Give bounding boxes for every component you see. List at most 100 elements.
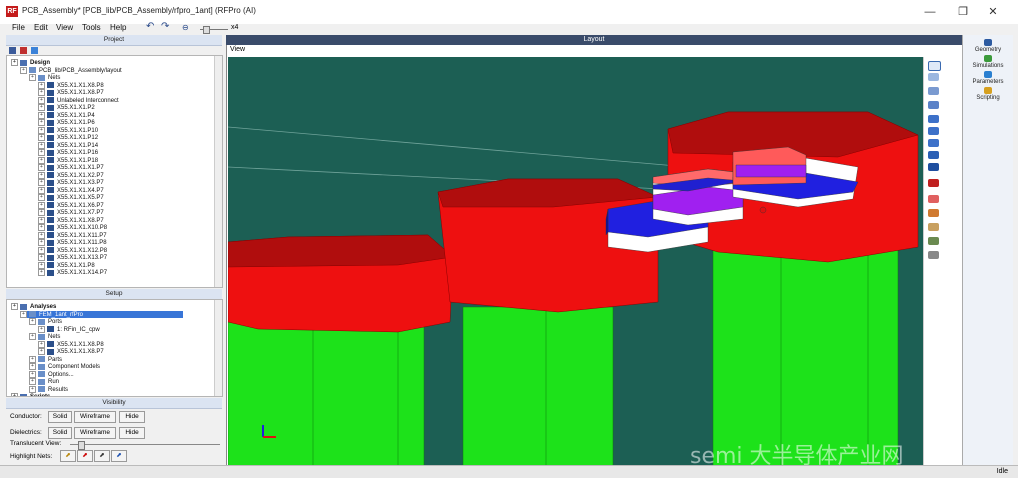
expand-toggle-icon[interactable]: +	[11, 303, 18, 310]
menu-tools[interactable]: Tools	[82, 23, 101, 32]
project-tree-item[interactable]: + X55.X1.X1.X4.P7	[38, 186, 104, 194]
pan-icon[interactable]	[928, 101, 939, 109]
setup-tree-item[interactable]: + Results	[29, 385, 68, 393]
expand-toggle-icon[interactable]: +	[38, 81, 45, 89]
expand-toggle-icon[interactable]: +	[29, 363, 36, 370]
conductor-wireframe-button[interactable]: Wireframe	[74, 411, 116, 423]
expand-toggle-icon[interactable]: +	[38, 141, 45, 149]
project-tree-item[interactable]: + X55.X1.X1.P18	[38, 156, 98, 164]
undo-icon[interactable]: ↶	[146, 21, 154, 32]
expand-toggle-icon[interactable]: +	[38, 164, 45, 171]
refresh-icon[interactable]	[30, 47, 38, 54]
menu-edit[interactable]: Edit	[34, 23, 48, 32]
highlight-net-icon-4[interactable]: ⬈	[111, 450, 127, 462]
expand-toggle-icon[interactable]: +	[29, 385, 36, 393]
dielectrics-hide-button[interactable]: Hide	[119, 427, 145, 439]
settings-icon[interactable]	[928, 251, 939, 259]
expand-toggle-icon[interactable]: +	[38, 96, 45, 104]
project-view-icon[interactable]	[9, 47, 16, 54]
project-tree-item[interactable]: + X55.X1.X1.X5.P7	[38, 194, 104, 201]
project-tree-item[interactable]: + Design	[11, 59, 50, 66]
setup-tree-item[interactable]: + Parts	[29, 355, 62, 363]
fit-view-icon[interactable]	[928, 87, 939, 95]
setup-tree-item[interactable]: + Options...	[29, 370, 74, 378]
expand-toggle-icon[interactable]: +	[38, 269, 45, 276]
expand-toggle-icon[interactable]: +	[38, 171, 45, 179]
expand-toggle-icon[interactable]: +	[38, 194, 45, 201]
expand-toggle-icon[interactable]: +	[38, 201, 45, 209]
setup-tree-item[interactable]: + Component Models	[29, 363, 100, 370]
conductor-hide-button[interactable]: Hide	[119, 411, 145, 423]
setup-tree-item[interactable]: + X55.X1.X1.X8.P7	[38, 348, 104, 355]
expand-toggle-icon[interactable]: +	[38, 340, 45, 348]
expand-toggle-icon[interactable]: +	[20, 310, 27, 318]
expand-toggle-icon[interactable]: +	[38, 104, 45, 111]
view-top-icon[interactable]	[928, 127, 939, 135]
zoom-slider-handle[interactable]	[203, 26, 210, 34]
expand-toggle-icon[interactable]: +	[38, 231, 45, 239]
expand-toggle-icon[interactable]: +	[38, 209, 45, 216]
project-tree-item[interactable]: + X55.X1.X1.P10	[38, 126, 98, 134]
project-scrollbar[interactable]	[214, 56, 222, 287]
scripting-tab[interactable]: Scripting	[963, 87, 1013, 101]
expand-toggle-icon[interactable]: +	[29, 355, 36, 363]
menu-help[interactable]: Help	[110, 23, 126, 32]
setup-tree-item[interactable]: + Analyses	[11, 303, 56, 310]
project-tree-item[interactable]: + X55.X1.X1.P16	[38, 149, 98, 156]
expand-toggle-icon[interactable]: +	[29, 318, 36, 325]
project-tree-item[interactable]: + X55.X1.X1.P6	[38, 119, 95, 126]
project-tree-item[interactable]: + PCB_lib/PCB_Assembly/layout	[20, 66, 122, 74]
port-icon[interactable]	[928, 209, 939, 217]
select-icon[interactable]	[928, 61, 941, 71]
project-tree-item[interactable]: + X55.X1.X1.X13.P7	[38, 254, 107, 261]
camera-icon[interactable]	[928, 237, 939, 245]
layers-icon[interactable]	[928, 163, 939, 171]
project-tree-item[interactable]: + X55.X1.X1.P12	[38, 134, 98, 141]
3d-viewport[interactable]	[228, 57, 923, 465]
parameters-tab[interactable]: Parameters	[963, 71, 1013, 85]
expand-toggle-icon[interactable]: +	[38, 134, 45, 141]
expand-toggle-icon[interactable]: +	[38, 149, 45, 156]
probe-icon[interactable]	[928, 195, 939, 203]
expand-toggle-icon[interactable]: +	[38, 119, 45, 126]
dielectrics-wireframe-button[interactable]: Wireframe	[74, 427, 116, 439]
expand-toggle-icon[interactable]: +	[38, 261, 45, 269]
zoom-icon[interactable]	[928, 73, 939, 81]
project-tree-item[interactable]: + X55.X1.X1.X8.P7	[38, 216, 104, 224]
expand-toggle-icon[interactable]: +	[38, 111, 45, 119]
setup-scrollbar[interactable]	[214, 300, 222, 396]
view-front-icon[interactable]	[928, 139, 939, 147]
project-tree-item[interactable]: + X55.X1.X1.X1.P7	[38, 164, 104, 171]
project-tree-item[interactable]: + X55.X1.X1.X11.P7	[38, 231, 107, 239]
highlight-net-icon-2[interactable]: ⬈	[77, 450, 93, 462]
setup-tree-item[interactable]: + Scripts	[11, 393, 50, 396]
simulations-tab[interactable]: Simulations	[963, 55, 1013, 69]
expand-toggle-icon[interactable]: +	[38, 89, 45, 96]
redo-icon[interactable]: ↷	[161, 21, 169, 32]
project-tree-item[interactable]: + Unlabeled Interconnect	[38, 96, 119, 104]
project-tree-item[interactable]: + X55.X1.X1.P14	[38, 141, 98, 149]
expand-toggle-icon[interactable]: +	[38, 239, 45, 246]
setup-tree-item[interactable]: + FEM_1ant_rfPro	[20, 310, 184, 318]
expand-toggle-icon[interactable]: +	[20, 66, 27, 74]
conductor-solid-button[interactable]: Solid	[48, 411, 72, 423]
expand-toggle-icon[interactable]: +	[29, 333, 36, 340]
highlight-net-icon-1[interactable]: ⬈	[60, 450, 76, 462]
expand-toggle-icon[interactable]: +	[29, 74, 36, 81]
project-tree-item[interactable]: + X55.X1.X1.X6.P7	[38, 201, 104, 209]
setup-tree-item[interactable]: +1: RFin_IC_cpw	[38, 325, 100, 333]
project-tree-item[interactable]: + X55.X1.X1.X3.P7	[38, 179, 104, 186]
project-tree-item[interactable]: + X55.X1.X1.X2.P7	[38, 171, 104, 179]
project-tree-item[interactable]: + X55.X1.X1.X14.P7	[38, 269, 107, 276]
expand-toggle-icon[interactable]: +	[11, 393, 18, 396]
setup-tree-item[interactable]: + Run	[29, 378, 59, 385]
project-tree[interactable]: + Design + PCB_lib/PCB_Assembly/layout + Nets…	[6, 55, 223, 288]
expand-toggle-icon[interactable]: +	[38, 325, 45, 333]
translucent-slider-handle[interactable]	[77, 441, 85, 450]
menu-view[interactable]: View	[56, 23, 73, 32]
translucent-slider-track[interactable]	[70, 444, 220, 445]
close-button[interactable]: ✕	[978, 3, 1008, 21]
view-side-icon[interactable]	[928, 151, 939, 159]
measure-icon[interactable]	[928, 179, 939, 187]
highlight-net-icon-3[interactable]: ⬈	[94, 450, 110, 462]
